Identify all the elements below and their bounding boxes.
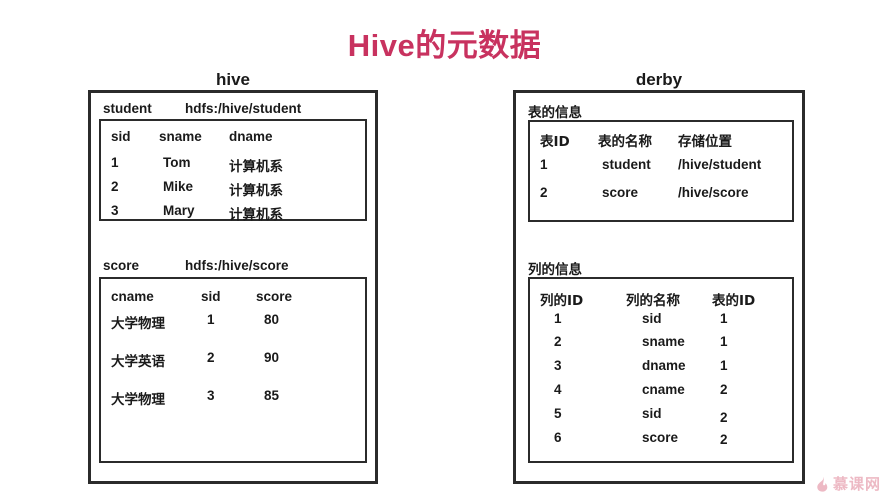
- cell-sname: Tom: [163, 155, 191, 170]
- cell-table-id: 2: [720, 410, 728, 425]
- section-header-score: score hdfs:/hive/score: [103, 258, 289, 273]
- cell-sname: Mary: [163, 203, 195, 218]
- cell-dname: 计算机系: [229, 183, 283, 199]
- column-header-storage-location: 存储位置: [678, 134, 732, 150]
- table-student: sid sname dname 1 Tom 计算机系 2 Mike 计算机系 3…: [99, 119, 367, 223]
- cell-table-name: score: [602, 185, 639, 200]
- table-column-info: 列的ID 列的名称 表的ID 1 sid 1 2 sname 1 3 dname…: [528, 277, 794, 463]
- table-score: cname sid score 大学物理 1 80 大学英语 2 90 大学物理…: [99, 277, 367, 463]
- section-header-table-info: 表的信息: [528, 101, 582, 121]
- cell-table-name: student: [602, 157, 651, 172]
- section-header-column-info: 列的信息: [528, 258, 582, 278]
- panel-caption-derby: derby: [635, 70, 683, 89]
- column-header-sname: sname: [159, 129, 202, 144]
- section-table-name: 列的信息: [528, 262, 582, 277]
- cell-column-name: dname: [642, 358, 686, 373]
- column-header-table-id: 表ID: [540, 134, 570, 150]
- cell-sname: Mike: [163, 179, 194, 194]
- cell-cname: 大学英语: [111, 354, 165, 370]
- cell-column-id: 1: [554, 311, 562, 326]
- cell-cname: 大学物理: [111, 392, 165, 408]
- column-header-column-name: 列的名称: [626, 293, 680, 309]
- column-header-dname: dname: [229, 129, 273, 144]
- table-table-info: 表ID 表的名称 存储位置 1 student /hive/student 2 …: [528, 120, 794, 222]
- section-table-path: hdfs:/hive/student: [185, 101, 302, 116]
- cell-dname: 计算机系: [229, 207, 283, 223]
- cell-column-name: cname: [642, 382, 685, 397]
- column-header-table-id: 表的ID: [712, 293, 756, 309]
- cell-sid: 3: [111, 203, 119, 218]
- cell-score: 90: [264, 350, 280, 365]
- watermark: 慕课网: [815, 473, 881, 494]
- cell-cname: 大学物理: [111, 316, 165, 332]
- section-header-student: student hdfs:/hive/student: [103, 101, 301, 116]
- section-table-name: score: [103, 258, 140, 273]
- cell-table-id: 2: [540, 185, 548, 200]
- panel-derby: 表的信息 表ID 表的名称 存储位置 1 student /hive/stude…: [513, 90, 805, 484]
- cell-storage-location: /hive/student: [678, 157, 762, 172]
- panel-hive: student hdfs:/hive/student sid sname dnam…: [88, 90, 378, 484]
- cell-column-id: 2: [554, 334, 562, 349]
- panel-caption-hive: hive: [215, 70, 251, 89]
- cell-table-id: 1: [720, 334, 728, 349]
- page-title: Hive的元数据: [347, 28, 542, 63]
- cell-column-name: sid: [642, 311, 662, 326]
- cell-sid: 1: [207, 312, 215, 327]
- cell-dname: 计算机系: [229, 159, 283, 175]
- cell-sid: 2: [111, 179, 119, 194]
- column-header-cname: cname: [111, 289, 154, 304]
- cell-table-id: 2: [720, 432, 728, 447]
- cell-column-name: sid: [642, 406, 662, 421]
- column-header-sid: sid: [201, 289, 221, 304]
- section-table-path: hdfs:/hive/score: [185, 258, 289, 273]
- cell-column-id: 5: [554, 406, 562, 421]
- cell-score: 85: [264, 388, 280, 403]
- cell-table-id: 1: [720, 358, 728, 373]
- column-header-table-name: 表的名称: [598, 134, 652, 150]
- column-header-score: score: [256, 289, 293, 304]
- cell-table-id: 1: [540, 157, 548, 172]
- cell-column-id: 3: [554, 358, 562, 373]
- cell-storage-location: /hive/score: [678, 185, 749, 200]
- cell-table-id: 2: [720, 382, 728, 397]
- cell-score: 80: [264, 312, 280, 327]
- column-header-column-id: 列的ID: [540, 293, 584, 309]
- cell-column-name: score: [642, 430, 679, 445]
- cell-column-id: 6: [554, 430, 562, 445]
- column-header-sid: sid: [111, 129, 131, 144]
- flame-icon: [817, 476, 828, 492]
- cell-table-id: 1: [720, 311, 728, 326]
- cell-sid: 2: [207, 350, 215, 365]
- cell-column-name: sname: [642, 334, 685, 349]
- cell-sid: 1: [111, 155, 119, 170]
- cell-column-id: 4: [554, 382, 562, 397]
- watermark-text: 慕课网: [832, 475, 881, 493]
- section-table-name: 表的信息: [528, 105, 582, 120]
- section-table-name: student: [103, 101, 152, 116]
- cell-sid: 3: [207, 388, 215, 403]
